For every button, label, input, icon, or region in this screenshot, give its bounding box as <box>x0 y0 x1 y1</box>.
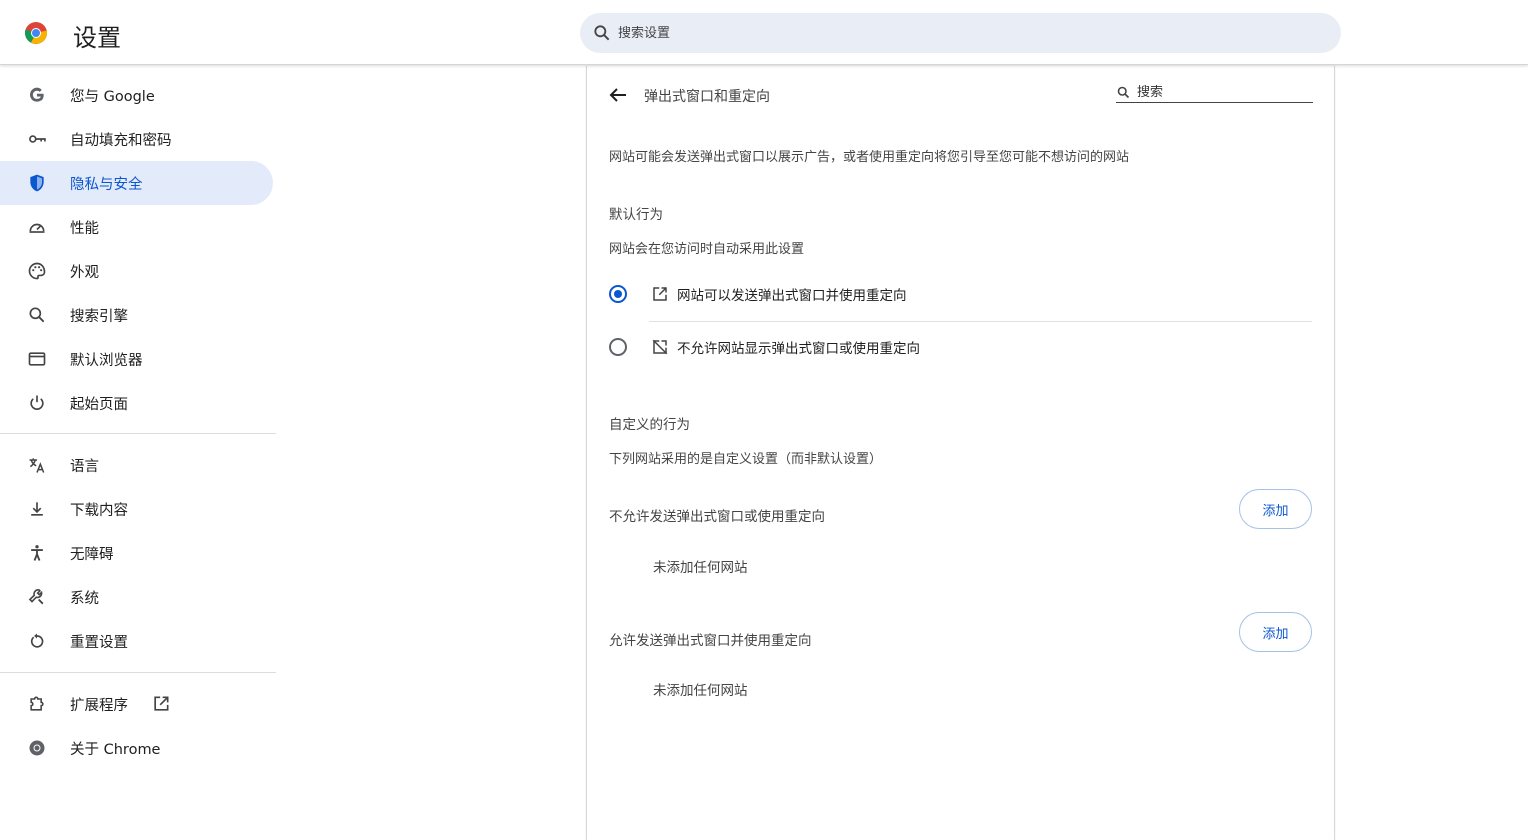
sidebar: 您与 Google 自动填充和密码 隐私与安全 性能 外观 搜索引擎 默认浏览器… <box>0 66 276 840</box>
sidebar-item-label: 语言 <box>70 458 99 475</box>
sidebar-item-label: 下载内容 <box>70 502 128 519</box>
block-list-empty-text: 未添加任何网站 <box>653 560 748 576</box>
open-in-new-icon <box>653 287 667 301</box>
page-title: 弹出式窗口和重定向 <box>644 89 770 105</box>
custom-behavior-heading: 自定义的行为 <box>609 417 690 433</box>
accessibility-icon <box>26 542 48 564</box>
allow-list-empty-text: 未添加任何网站 <box>653 683 748 699</box>
browser-window-icon <box>26 348 48 370</box>
allow-list-label: 允许发送弹出式窗口并使用重定向 <box>609 633 812 649</box>
sidebar-item-label: 重置设置 <box>70 634 128 651</box>
sidebar-item-about-chrome[interactable]: 关于 Chrome <box>0 726 273 770</box>
sidebar-item-you-and-google[interactable]: 您与 Google <box>0 73 273 117</box>
open-in-new-icon <box>154 696 169 711</box>
sidebar-divider <box>0 433 276 434</box>
wrench-icon <box>26 586 48 608</box>
settings-search-input[interactable] <box>618 25 1298 41</box>
sidebar-item-extensions[interactable]: 扩展程序 <box>0 682 273 726</box>
option-divider <box>649 321 1312 322</box>
sidebar-item-downloads[interactable]: 下载内容 <box>0 487 273 531</box>
back-arrow-icon[interactable] <box>606 83 630 107</box>
sidebar-divider <box>0 672 276 673</box>
settings-search-box[interactable] <box>580 13 1341 53</box>
default-behavior-heading: 默认行为 <box>609 207 663 223</box>
search-icon <box>1117 86 1130 98</box>
sidebar-item-label: 系统 <box>70 590 99 607</box>
sidebar-item-appearance[interactable]: 外观 <box>0 249 273 293</box>
radio-button-unchecked[interactable] <box>609 338 627 356</box>
radio-option-allow[interactable]: 网站可以发送弹出式窗口并使用重定向 <box>609 274 1313 314</box>
sidebar-item-label: 您与 Google <box>70 88 155 105</box>
radio-option-block[interactable]: 不允许网站显示弹出式窗口或使用重定向 <box>609 327 1313 367</box>
sidebar-item-label: 扩展程序 <box>70 697 128 714</box>
add-allowed-site-button[interactable]: 添加 <box>1239 612 1312 652</box>
sidebar-item-label: 无障碍 <box>70 546 114 563</box>
sidebar-item-performance[interactable]: 性能 <box>0 205 273 249</box>
translate-icon <box>26 454 48 476</box>
search-icon <box>26 304 48 326</box>
radio-option-label: 网站可以发送弹出式窗口并使用重定向 <box>677 288 907 304</box>
sidebar-item-on-startup[interactable]: 起始页面 <box>0 381 273 425</box>
chrome-logo-icon <box>24 22 48 44</box>
sidebar-item-default-browser[interactable]: 默认浏览器 <box>0 337 273 381</box>
download-icon <box>26 498 48 520</box>
top-bar: 设置 <box>0 0 1528 65</box>
chrome-icon <box>26 737 48 759</box>
sidebar-item-reset[interactable]: 重置设置 <box>0 619 273 663</box>
extension-puzzle-icon <box>26 693 48 715</box>
page-description: 网站可能会发送弹出式窗口以展示广告，或者使用重定向将您引导至您可能不想访问的网站 <box>609 150 1130 165</box>
key-icon <box>26 128 48 150</box>
sidebar-item-privacy[interactable]: 隐私与安全 <box>0 161 273 205</box>
sidebar-item-label: 隐私与安全 <box>70 176 143 193</box>
sidebar-item-autofill[interactable]: 自动填充和密码 <box>0 117 273 161</box>
sidebar-item-label: 搜索引擎 <box>70 308 128 325</box>
sidebar-item-label: 外观 <box>70 264 99 281</box>
sidebar-item-languages[interactable]: 语言 <box>0 443 273 487</box>
sidebar-item-label: 起始页面 <box>70 396 128 413</box>
sidebar-item-accessibility[interactable]: 无障碍 <box>0 531 273 575</box>
sidebar-item-search-engine[interactable]: 搜索引擎 <box>0 293 273 337</box>
custom-behavior-subtext: 下列网站采用的是自定义设置（而非默认设置） <box>609 452 883 467</box>
block-list-label: 不允许发送弹出式窗口或使用重定向 <box>609 509 825 525</box>
sidebar-item-label: 默认浏览器 <box>70 352 143 369</box>
speedometer-icon <box>26 216 48 238</box>
sidebar-item-system[interactable]: 系统 <box>0 575 273 619</box>
app-title: 设置 <box>73 24 121 52</box>
search-icon <box>594 25 610 41</box>
default-behavior-subtext: 网站会在您访问时自动采用此设置 <box>609 242 805 257</box>
page-search-box[interactable] <box>1116 82 1313 103</box>
reset-icon <box>26 630 48 652</box>
popup-blocked-icon <box>652 339 668 355</box>
radio-button-checked[interactable] <box>609 285 627 303</box>
sidebar-item-label: 关于 Chrome <box>70 741 161 758</box>
shield-icon <box>26 172 48 194</box>
palette-icon <box>26 260 48 282</box>
sidebar-item-label: 性能 <box>70 220 99 237</box>
sidebar-item-label: 自动填充和密码 <box>70 132 172 149</box>
page-search-input[interactable] <box>1137 84 1307 100</box>
radio-option-label: 不允许网站显示弹出式窗口或使用重定向 <box>677 341 920 357</box>
google-g-icon <box>26 84 48 106</box>
power-icon <box>26 392 48 414</box>
add-blocked-site-button[interactable]: 添加 <box>1239 489 1312 529</box>
popups-settings-card: 弹出式窗口和重定向 网站可能会发送弹出式窗口以展示广告，或者使用重定向将您引导至… <box>586 66 1335 840</box>
